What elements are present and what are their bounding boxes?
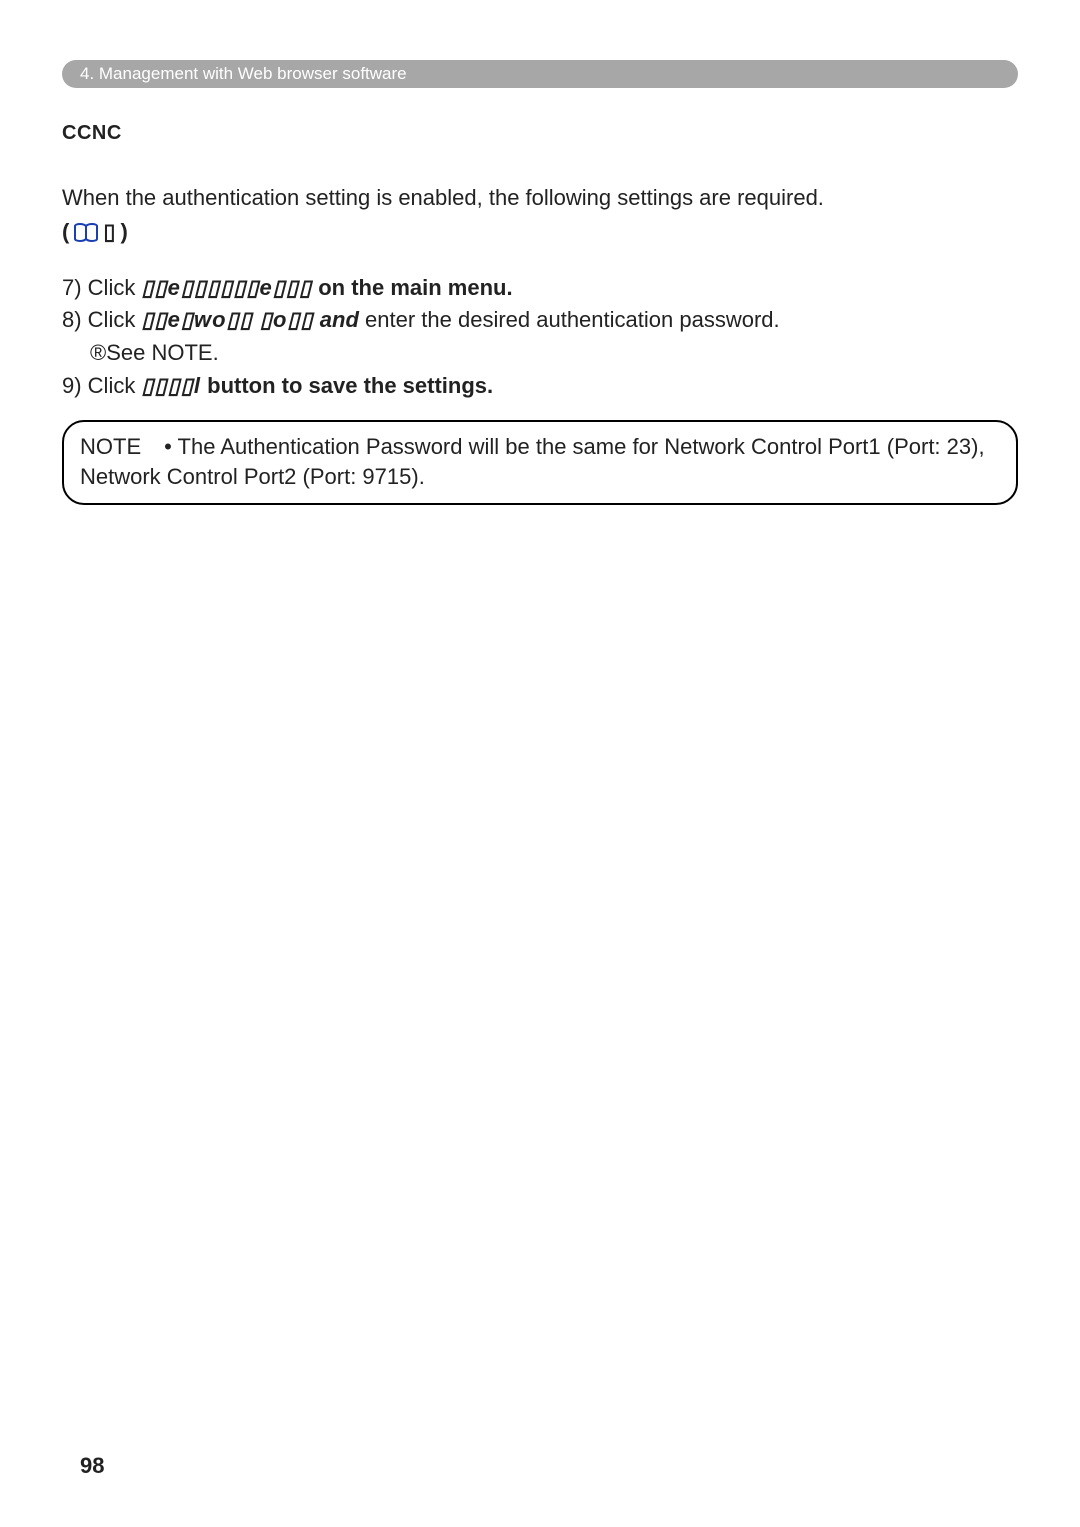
paren-close: ) (120, 219, 127, 245)
step8-prefix: 8) Click (62, 307, 141, 332)
reference-garble: ▯ (103, 219, 116, 245)
step-8: 8) Click ▯▯e▯wo▯▯ ▯o▯▯ and enter the des… (62, 305, 1018, 336)
step-7: 7) Click ▯▯e▯▯▯▯▯▯e▯▯▯ on the main menu. (62, 273, 1018, 304)
step9-prefix: 9) Click (62, 373, 141, 398)
step-8-note: ®See NOTE. (90, 338, 1018, 369)
manual-reference: ( ▯ ) (62, 219, 128, 245)
breadcrumb-text: 4. Management with Web browser software (80, 64, 407, 83)
note-text: • The Authentication Password will be th… (80, 434, 985, 489)
step9-bold: button to save the settings. (207, 373, 493, 398)
note-label: NOTE (80, 432, 158, 462)
page-number: 98 (80, 1453, 104, 1479)
step8-rest: enter the desired authentication passwor… (359, 307, 780, 332)
page: 4. Management with Web browser software … (0, 0, 1080, 505)
step-9: 9) Click ▯▯▯▯l button to save the settin… (62, 371, 1018, 402)
paren-open: ( (62, 219, 69, 245)
step8-link: ▯▯e▯wo▯▯ ▯o▯▯ (141, 307, 313, 332)
note-box: NOTE • The Authentication Password will … (62, 420, 1018, 505)
step9-link: ▯▯▯▯l (141, 373, 201, 398)
intro-text: When the authentication setting is enabl… (62, 183, 1018, 213)
breadcrumb-bar: 4. Management with Web browser software (62, 60, 1018, 88)
step7-prefix: 7) Click (62, 275, 141, 300)
section-title: CCNC (62, 122, 1018, 145)
steps-list: 7) Click ▯▯e▯▯▯▯▯▯e▯▯▯ on the main menu.… (62, 273, 1018, 402)
step7-link: ▯▯e▯▯▯▯▯▯e▯▯▯ (141, 275, 312, 300)
step8-mid: and (320, 307, 359, 332)
book-icon (73, 219, 99, 245)
step7-bold: on the main menu. (318, 275, 512, 300)
